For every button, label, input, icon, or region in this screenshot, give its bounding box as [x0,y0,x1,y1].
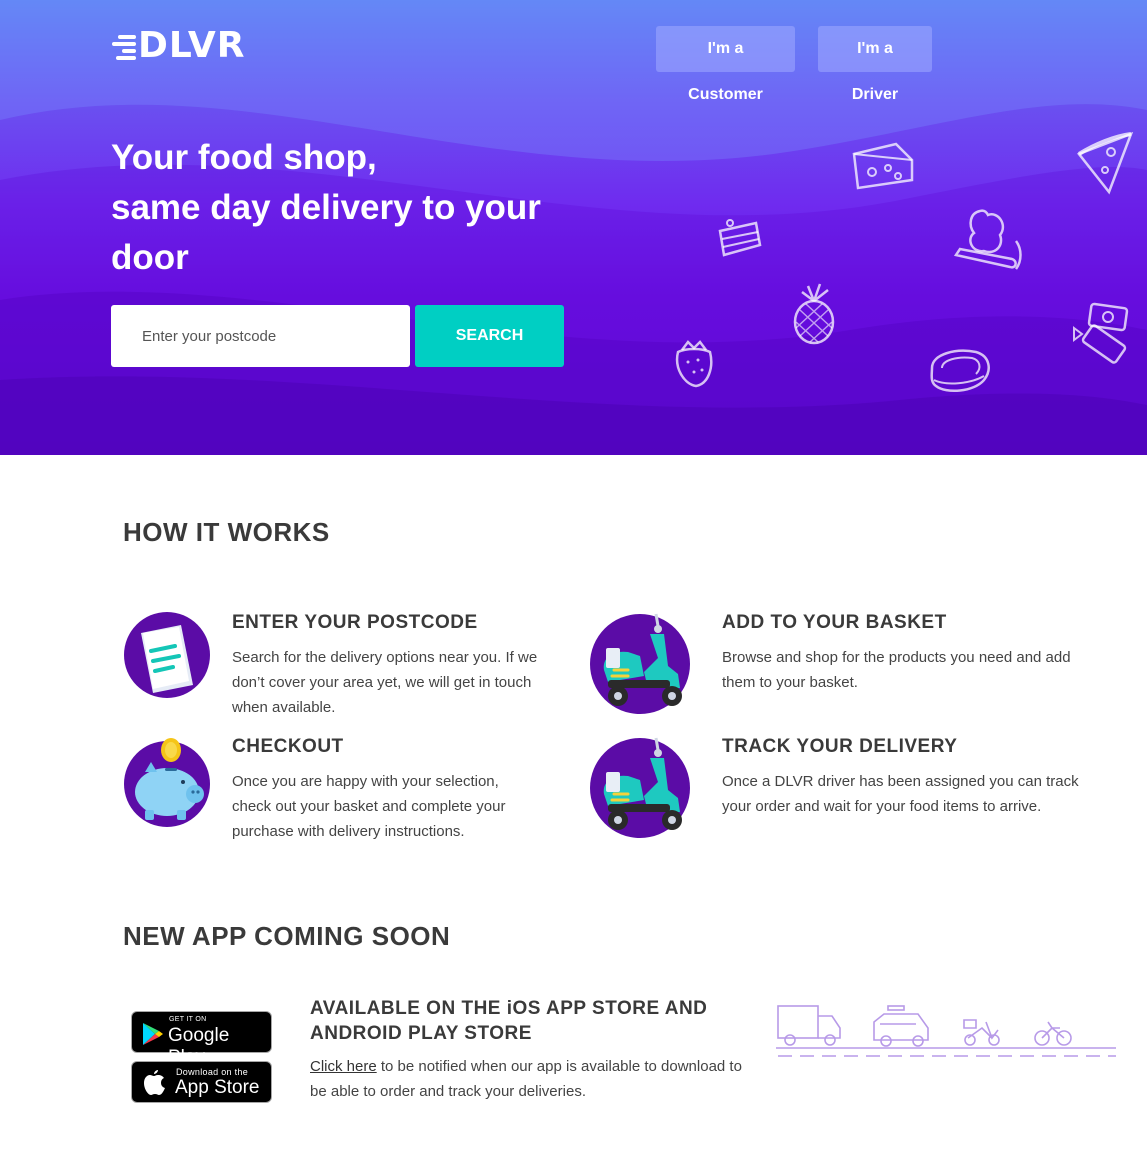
strawberry-icon [675,340,713,388]
cheese-icon [852,142,914,190]
click-here-link[interactable]: Click here [310,1058,377,1075]
hero-title-line-1: Your food shop, [111,138,377,177]
speed-lines-icon [110,31,136,61]
pizza-slice-icon [1076,131,1134,195]
step-text-track: Once a DLVR driver has been assigned you… [722,773,1079,815]
apple-icon [144,1070,165,1095]
step-heading-basket: ADD TO YOUR BASKET [722,612,947,633]
app-store-badge[interactable]: Download on the App Store [131,1061,272,1103]
step-text-postcode: Search for the delivery options near you… [232,649,538,716]
pineapple-icon [793,283,835,345]
step-heading-checkout: CHECKOUT [232,736,344,757]
search-button[interactable]: SEARCH [415,305,564,367]
step-heading-postcode: ENTER YOUR POSTCODE [232,612,478,633]
hero-title: Your food shop, same day delivery to you… [111,133,591,283]
scooter-icon [590,737,690,838]
scooter-icon [590,613,690,714]
google-play-small-text: GET IT ON [169,1016,207,1023]
app-availability-heading: AVAILABLE ON THE iOS APP STORE AND ANDRO… [310,998,708,1044]
hero-title-line-2: same day delivery to your [111,188,541,227]
how-it-works-title: HOW IT WORKS [123,517,330,547]
candy-icon [1073,302,1129,364]
google-play-icon [143,1023,163,1045]
steak-icon [930,349,990,393]
hero-banner: DLVR I'm a Customer I'm a Driver Your fo… [0,0,1147,455]
step-text-checkout: Once you are happy with your selection, … [232,773,506,840]
cake-icon [718,219,762,257]
customer-button[interactable]: I'm a Customer [656,26,795,103]
step-heading-track: TRACK YOUR DELIVERY [722,736,958,757]
driver-button[interactable]: I'm a Driver [818,26,932,103]
app-store-small-text: Download on the [176,1067,249,1077]
delivery-vehicles-illustration [776,1005,1116,1057]
app-store-big-text: App Store [175,1077,260,1098]
app-notify-text: Click here to be notified when our app i… [310,1054,750,1104]
dlvr-logo[interactable]: DLVR [110,28,245,64]
document-icon [124,612,210,698]
app-section-title: NEW APP COMING SOON [123,921,451,951]
piggy-bank-icon [124,738,210,827]
vegetables-icon [953,209,1022,270]
google-play-badge[interactable]: GET IT ON Google Play [131,1011,272,1068]
postcode-input[interactable] [111,305,410,367]
logo-text: DLVR [138,25,246,66]
hero-title-line-3: door [111,238,189,277]
step-text-basket: Browse and shop for the products you nee… [722,649,1071,691]
